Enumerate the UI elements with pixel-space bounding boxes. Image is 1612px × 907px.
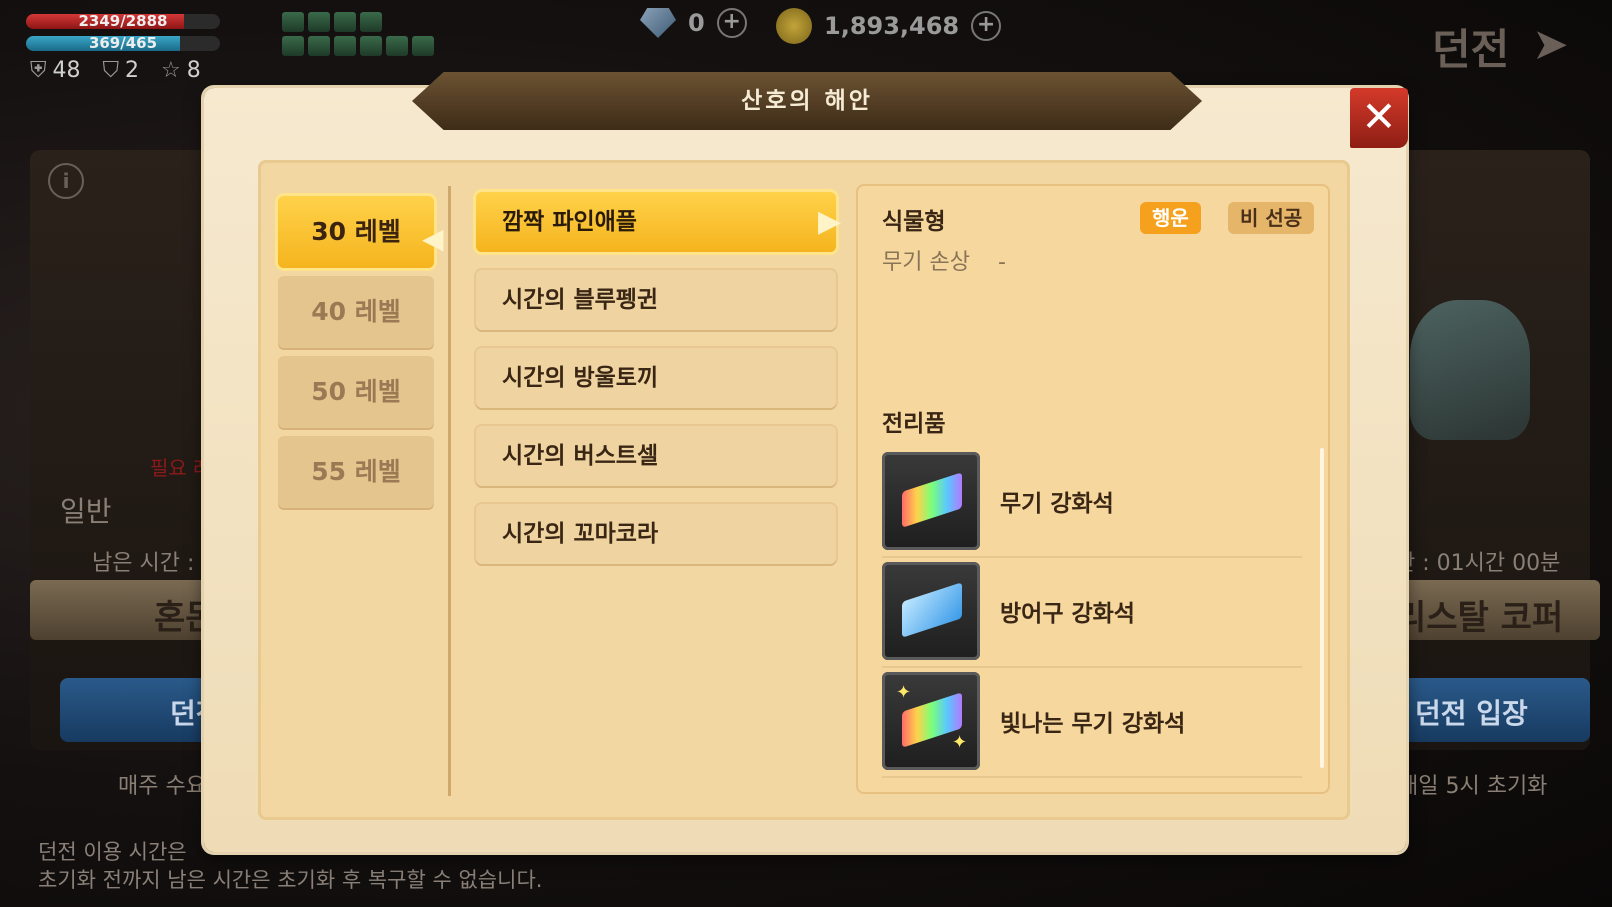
- rainbow-gem-icon: [882, 452, 980, 550]
- dungeon-title: 던전: [1432, 25, 1510, 74]
- loot-title: 전리품: [882, 411, 946, 437]
- column-divider: [448, 186, 451, 796]
- level-tab-30[interactable]: 30 레벨: [278, 196, 434, 268]
- buff-icon[interactable]: [412, 36, 434, 56]
- monster-type: 식물형: [882, 209, 946, 235]
- monster-item-bell-rabbit[interactable]: 시간의 방울토끼: [476, 348, 836, 408]
- monster-list: 깜짝 파인애플 시간의 블루펭귄 시간의 방울토끼 시간의 버스트셀 시간의 꼬…: [476, 192, 836, 582]
- buff-icons: [282, 12, 434, 56]
- info-icon[interactable]: i: [48, 163, 84, 199]
- notice-line-1: 던전 이용 시간은: [38, 840, 187, 864]
- loot-item[interactable]: ✦ ✦ 빛나는 무기 강화석: [882, 668, 1302, 778]
- monster-item-burst-cell[interactable]: 시간의 버스트셀: [476, 426, 836, 486]
- defense-icon: ⛨: [30, 58, 47, 83]
- modal-title: 산호의 해안: [741, 88, 873, 114]
- monster-item-little-cora[interactable]: 시간의 꼬마코라: [476, 504, 836, 564]
- notice-line-2: 초기화 전까지 남은 시간은 초기화 후 복구할 수 없습니다.: [38, 868, 543, 892]
- shining-rainbow-gem-icon: ✦ ✦: [882, 672, 980, 770]
- level-tab-40[interactable]: 40 레벨: [278, 276, 434, 348]
- non-aggressive-badge: 비 선공: [1228, 202, 1315, 234]
- monster-item-blue-penguin[interactable]: 시간의 블루펭귄: [476, 270, 836, 330]
- loot-name: 방어구 강화석: [1000, 601, 1135, 627]
- bg-mode-label: 일반: [60, 495, 112, 528]
- weapon-damage-row: 무기 손상 -: [882, 244, 1006, 276]
- monster-item-pineapple[interactable]: 깜짝 파인애플: [476, 192, 836, 252]
- buff-icon[interactable]: [308, 36, 330, 56]
- blue-gem-icon: [882, 562, 980, 660]
- sparkle-icon: ✦: [952, 732, 968, 753]
- bg-left-time: 남은 시간 : 0: [92, 551, 216, 576]
- mp-bar: 369/465: [26, 36, 220, 51]
- bg-right-footer: 매일 5시 초기화: [1398, 774, 1548, 799]
- buff-icon[interactable]: [282, 36, 304, 56]
- close-button[interactable]: ✕: [1350, 88, 1408, 148]
- gold-count: 1,893,468: [824, 12, 960, 40]
- loot-item[interactable]: 방어구 강화석: [882, 558, 1302, 668]
- level-tab-50[interactable]: 50 레벨: [278, 356, 434, 428]
- loot-name: 빛나는 무기 강화석: [1000, 711, 1186, 737]
- bg-right-banner-text: 리스탈 코퍼: [1395, 598, 1564, 638]
- shield-icon: ⛉: [102, 58, 120, 83]
- loot-list: 무기 강화석 방어구 강화석 ✦ ✦ 빛나는 무기 강화석: [882, 448, 1302, 778]
- gem-currency: 0 +: [640, 8, 747, 38]
- hp-bar: 2349/2888: [26, 14, 220, 29]
- loot-scrollbar[interactable]: [1320, 448, 1324, 768]
- weapon-damage-value: -: [997, 250, 1006, 275]
- buff-icon[interactable]: [334, 12, 356, 32]
- weapon-damage-label: 무기 손상: [882, 250, 970, 275]
- level-pointer-icon: ◀: [422, 222, 444, 255]
- buff-icon[interactable]: [360, 36, 382, 56]
- buff-icon[interactable]: [360, 12, 382, 32]
- buff-icon[interactable]: [386, 36, 408, 56]
- bg-left-footer: 매주 수요: [118, 774, 206, 799]
- buff-icon[interactable]: [334, 36, 356, 56]
- gem-icon: [640, 8, 676, 38]
- hp-text: 2349/2888: [78, 14, 168, 29]
- bg-right-button-text: 던전 입장: [1415, 697, 1528, 730]
- defense-stat: ⛨ 48: [30, 58, 81, 83]
- luck-badge: 행운: [1140, 202, 1201, 234]
- level-tabs: 30 레벨 40 레벨 50 레벨 55 레벨: [278, 196, 434, 516]
- monster-detail-panel: 식물형 행운 비 선공 무기 손상 - 전리품 무기 강화석 방어구 강화석 ✦…: [856, 184, 1330, 794]
- level-tab-55[interactable]: 55 레벨: [278, 436, 434, 508]
- hud-stats: ⛨ 48 ⛉ 2 ☆ 8: [30, 58, 201, 83]
- bg-crystal-art: [1410, 300, 1530, 440]
- star-stat: ☆ 8: [161, 58, 201, 83]
- loot-item[interactable]: 무기 강화석: [882, 448, 1302, 558]
- add-gold-button[interactable]: +: [971, 11, 1002, 41]
- sparkle-icon: ✦: [896, 682, 912, 703]
- monster-pointer-icon: ▶: [818, 204, 842, 239]
- buff-icon[interactable]: [282, 12, 304, 32]
- star-icon: ☆: [161, 58, 181, 83]
- shield-stat: ⛉ 2: [102, 58, 140, 83]
- bg-required-label: 필요 레: [150, 456, 212, 480]
- gold-currency: 1,893,468 +: [776, 8, 1002, 44]
- add-gem-button[interactable]: +: [716, 8, 747, 38]
- loot-name: 무기 강화석: [1000, 491, 1114, 517]
- gold-coin-icon: [776, 8, 812, 44]
- arrow-right-icon[interactable]: ➤: [1532, 20, 1592, 70]
- mp-text: 369/465: [88, 36, 158, 51]
- buff-icon[interactable]: [308, 12, 330, 32]
- gem-count: 0: [688, 9, 705, 37]
- bg-right-time: 간 : 01시간 00분: [1395, 551, 1561, 576]
